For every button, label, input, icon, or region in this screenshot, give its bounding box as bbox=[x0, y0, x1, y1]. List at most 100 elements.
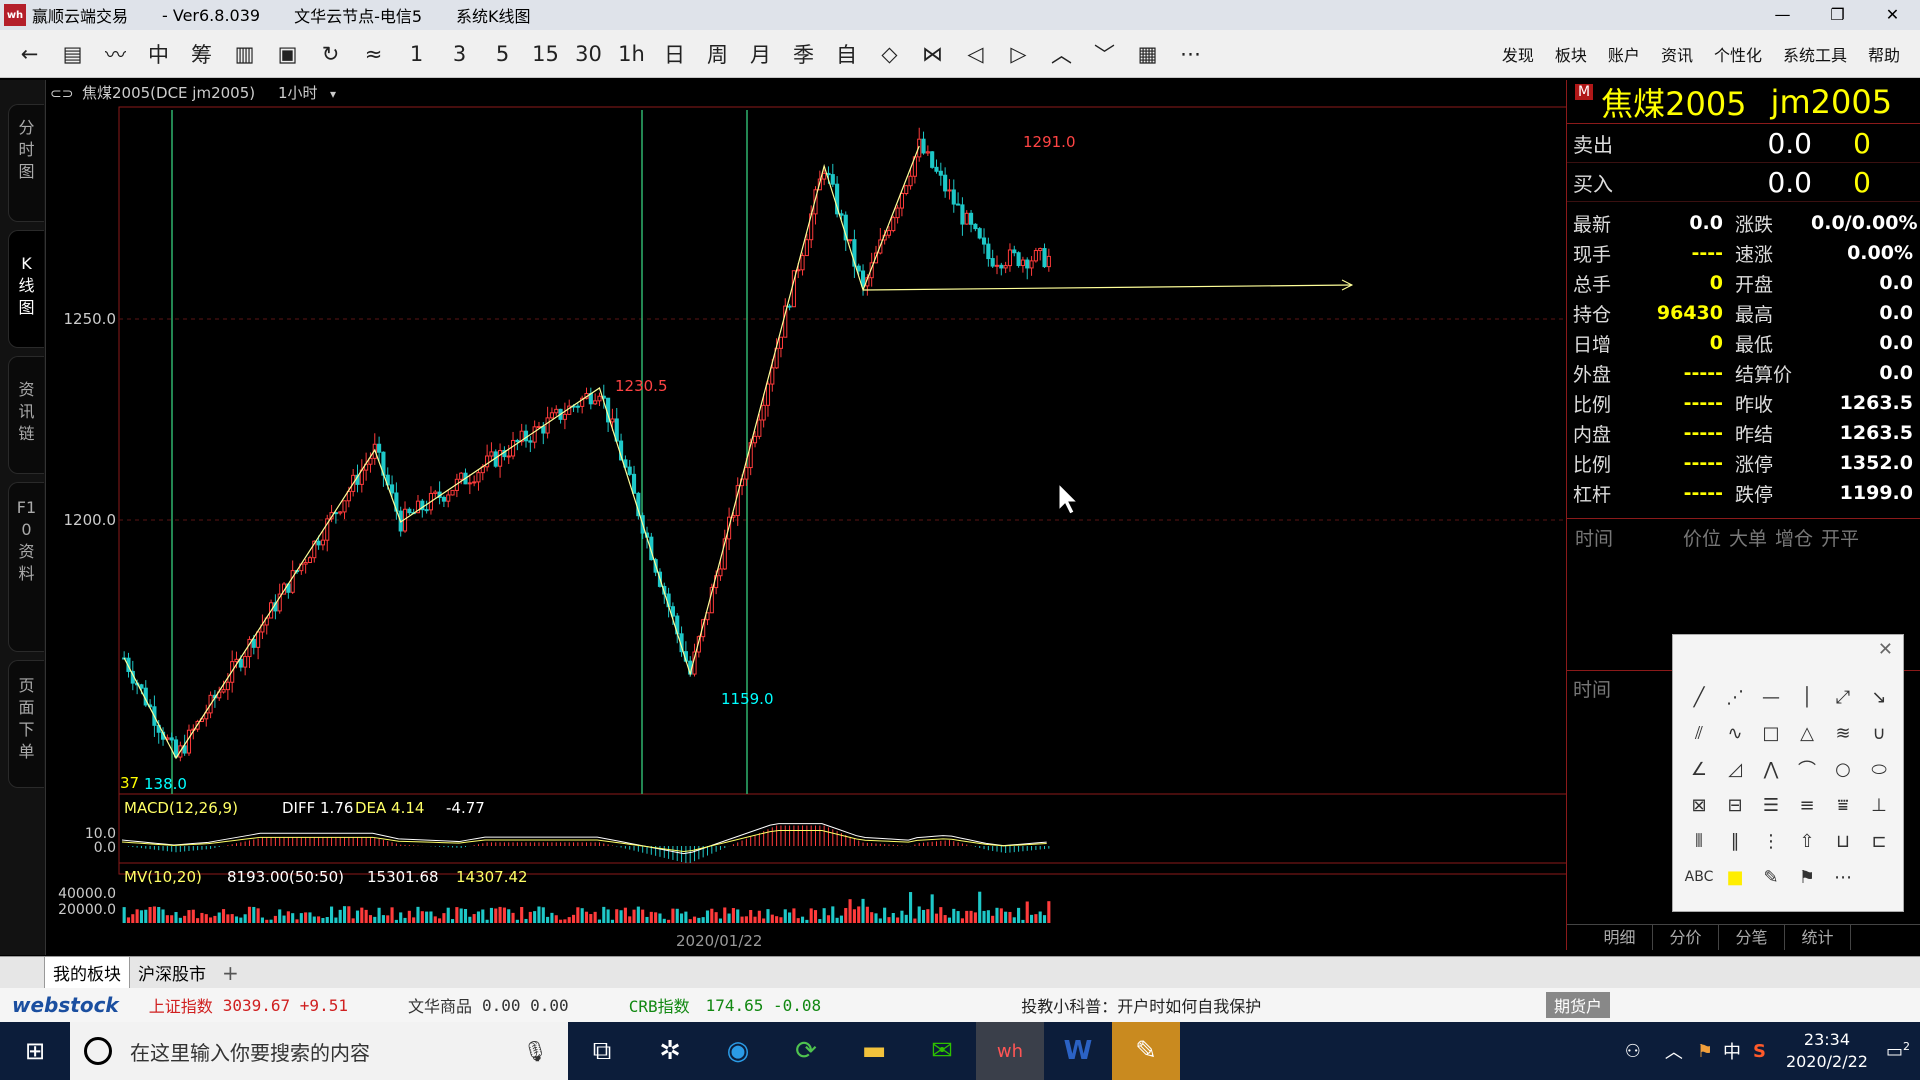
microphone-icon[interactable]: 🎙 bbox=[523, 1039, 548, 1063]
tab-f10[interactable]: F10资料 bbox=[8, 482, 44, 652]
period-quarter-button[interactable]: 季 bbox=[782, 34, 825, 74]
draw-tool-1-icon[interactable]: ⋰ bbox=[1717, 679, 1753, 715]
people-icon[interactable]: ⚇ bbox=[1625, 1041, 1641, 1062]
word-icon[interactable]: W bbox=[1044, 1022, 1112, 1080]
file-explorer-icon[interactable]: ▬ bbox=[840, 1022, 908, 1080]
period-dropdown[interactable]: 1小时 bbox=[278, 84, 318, 102]
restore-button[interactable]: ❐ bbox=[1810, 0, 1865, 30]
sogou-icon[interactable]: S bbox=[1753, 1041, 1766, 1062]
taskbar-search[interactable]: 在这里输入你要搜索的内容 🎙 bbox=[70, 1022, 568, 1080]
ime-indicator[interactable]: 中 bbox=[1723, 1038, 1741, 1064]
period-month-button[interactable]: 月 bbox=[739, 34, 782, 74]
tab-timeshare[interactable]: 分时图 bbox=[8, 104, 44, 222]
draw-tool-0-icon[interactable]: ╱ bbox=[1681, 679, 1717, 715]
tab-stats[interactable]: 统计 bbox=[1785, 925, 1851, 950]
draw-tool-13-icon[interactable]: ◿ bbox=[1717, 751, 1753, 787]
close-icon[interactable]: ✕ bbox=[1878, 639, 1893, 660]
chart-canvas[interactable]: 1250.0 1200.0 10.0 0.0 40000.0 20000.0 ⊂… bbox=[46, 80, 1566, 955]
wenhua-app-icon[interactable]: wh bbox=[976, 1022, 1044, 1080]
draw-tool-8-icon[interactable]: □ bbox=[1753, 715, 1789, 751]
period-30m-button[interactable]: 30 bbox=[567, 34, 610, 74]
browser-icon[interactable]: ◉ bbox=[704, 1022, 772, 1080]
list-button[interactable]: ▤ bbox=[51, 34, 94, 74]
menu-news[interactable]: 资讯 bbox=[1661, 42, 1693, 66]
tab-kline[interactable]: K线图 bbox=[8, 230, 44, 348]
draw-tool-3-icon[interactable]: │ bbox=[1789, 679, 1825, 715]
menu-sector[interactable]: 板块 bbox=[1555, 42, 1587, 66]
tab-by-tick[interactable]: 分笔 bbox=[1719, 925, 1785, 950]
zoom-out-button[interactable]: ⋈ bbox=[911, 34, 954, 74]
window-layout-button[interactable]: ▦ bbox=[1126, 34, 1169, 74]
draw-tool-15-icon[interactable]: ⌒ bbox=[1789, 751, 1825, 787]
chip-button[interactable]: 筹 bbox=[180, 34, 223, 74]
page-down-button[interactable]: ﹀ bbox=[1083, 34, 1126, 74]
task-view-icon[interactable]: ⧉ bbox=[568, 1022, 636, 1080]
back-button[interactable]: ← bbox=[8, 34, 51, 74]
draw-tool-12-icon[interactable]: ∠ bbox=[1681, 751, 1717, 787]
wechat-icon[interactable]: ✉ bbox=[908, 1022, 976, 1080]
draw-tool-26-icon[interactable]: ⋮ bbox=[1753, 823, 1789, 859]
tab-news-chain[interactable]: 资讯链 bbox=[8, 356, 44, 474]
tab-by-price[interactable]: 分价 bbox=[1653, 925, 1719, 950]
menu-system-tools[interactable]: 系统工具 bbox=[1783, 42, 1847, 66]
draw-tool-34-icon[interactable]: ⋯ bbox=[1825, 859, 1861, 895]
minimize-button[interactable]: — bbox=[1755, 0, 1810, 30]
draw-tool-33-icon[interactable]: ⚑ bbox=[1789, 859, 1825, 895]
draw-tool-20-icon[interactable]: ☰ bbox=[1753, 787, 1789, 823]
tray-expand-icon[interactable]: ︿ bbox=[1665, 1038, 1683, 1064]
period-day-button[interactable]: 日 bbox=[653, 34, 696, 74]
draw-tool-6-icon[interactable]: ⫽ bbox=[1681, 715, 1717, 751]
draw-tool-4-icon[interactable]: ⤢ bbox=[1825, 679, 1861, 715]
draw-tool-2-icon[interactable]: — bbox=[1753, 679, 1789, 715]
refresh-app-icon[interactable]: ⟳ bbox=[772, 1022, 840, 1080]
ticker-notice[interactable]: 投教小科普：开户时如何自我保护 bbox=[1021, 993, 1261, 1017]
clock[interactable]: 23:34 2020/2/22 bbox=[1786, 1029, 1868, 1073]
menu-account[interactable]: 账户 bbox=[1608, 42, 1640, 66]
draw-tool-29-icon[interactable]: ⊏ bbox=[1861, 823, 1897, 859]
draw-tool-25-icon[interactable]: ∥ bbox=[1717, 823, 1753, 859]
account-type-button[interactable]: 期货户 bbox=[1546, 992, 1611, 1018]
menu-help[interactable]: 帮助 bbox=[1868, 42, 1900, 66]
draw-tool-24-icon[interactable]: ⦀ bbox=[1681, 823, 1717, 859]
draw-tool-23-icon[interactable]: ⊥ bbox=[1861, 787, 1897, 823]
draw-tool-30-icon[interactable]: ABC bbox=[1681, 859, 1717, 895]
tab-page-order[interactable]: 页面下单 bbox=[8, 660, 44, 788]
add-tab-button[interactable]: + bbox=[214, 958, 247, 988]
pinwheel-app-icon[interactable]: ✲ bbox=[636, 1022, 704, 1080]
draw-tool-7-icon[interactable]: ∿ bbox=[1717, 715, 1753, 751]
period-1h-button[interactable]: 1h bbox=[610, 34, 653, 74]
period-15m-button[interactable]: 15 bbox=[524, 34, 567, 74]
notification-icon[interactable]: ▭2 bbox=[1886, 1040, 1910, 1062]
tab-my-sector[interactable]: 我的板块 bbox=[44, 956, 130, 989]
draw-tool-16-icon[interactable]: ○ bbox=[1825, 751, 1861, 787]
period-custom-button[interactable]: 自 bbox=[825, 34, 868, 74]
refresh-button[interactable]: ↻ bbox=[309, 34, 352, 74]
move-right-button[interactable]: ▷ bbox=[997, 34, 1040, 74]
draw-tool-17-icon[interactable]: ⬭ bbox=[1861, 751, 1897, 787]
draw-tool-19-icon[interactable]: ⊟ bbox=[1717, 787, 1753, 823]
draw-tool-27-icon[interactable]: ⇧ bbox=[1789, 823, 1825, 859]
layout-button[interactable]: ▥ bbox=[223, 34, 266, 74]
draw-tool-5-icon[interactable]: ↘ bbox=[1861, 679, 1897, 715]
menu-discover[interactable]: 发现 bbox=[1502, 42, 1534, 66]
more-button[interactable]: ⋯ bbox=[1169, 34, 1212, 74]
tray-app-icon[interactable]: ⚑ bbox=[1697, 1041, 1713, 1062]
timeshare-button[interactable]: 〰 bbox=[94, 34, 137, 74]
period-5m-button[interactable]: 5 bbox=[481, 34, 524, 74]
draw-tool-31-icon[interactable]: ■ bbox=[1717, 859, 1753, 895]
zoom-in-button[interactable]: ◇ bbox=[868, 34, 911, 74]
kline-chart[interactable]: 1250.0 1200.0 10.0 0.0 40000.0 20000.0 ⊂… bbox=[46, 80, 1566, 955]
pen-app-icon[interactable]: ✎ bbox=[1112, 1022, 1180, 1080]
draw-tool-22-icon[interactable]: ⩸ bbox=[1825, 787, 1861, 823]
draw-tool-11-icon[interactable]: ∪ bbox=[1861, 715, 1897, 751]
tab-detail[interactable]: 明细 bbox=[1587, 925, 1653, 950]
period-week-button[interactable]: 周 bbox=[696, 34, 739, 74]
draw-tool-28-icon[interactable]: ⊔ bbox=[1825, 823, 1861, 859]
menu-personalize[interactable]: 个性化 bbox=[1714, 42, 1762, 66]
draw-tool-14-icon[interactable]: ⋀ bbox=[1753, 751, 1789, 787]
draw-tool-32-icon[interactable]: ✎ bbox=[1753, 859, 1789, 895]
period-1m-button[interactable]: 1 bbox=[395, 34, 438, 74]
close-button[interactable]: ✕ bbox=[1865, 0, 1920, 30]
move-left-button[interactable]: ◁ bbox=[954, 34, 997, 74]
page-up-button[interactable]: ︿ bbox=[1040, 34, 1083, 74]
